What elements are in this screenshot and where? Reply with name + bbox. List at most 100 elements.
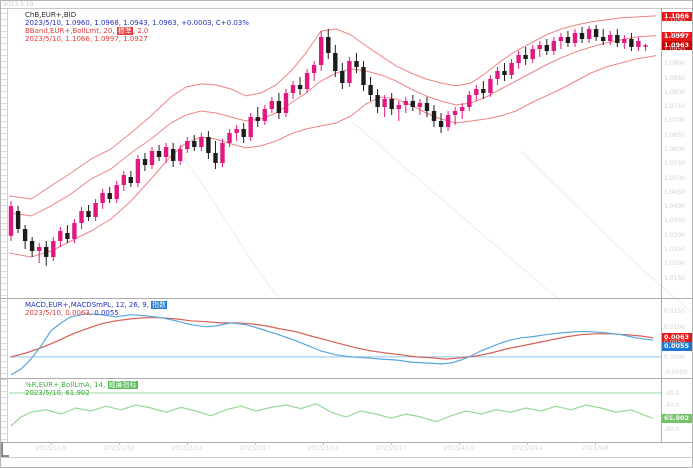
candle-body xyxy=(206,137,211,153)
candle-body xyxy=(326,37,331,53)
axis-label: -40.0 xyxy=(664,402,680,409)
candle-body xyxy=(22,229,28,241)
candle-body xyxy=(107,193,112,199)
time-axis-label: 2023/4/10 xyxy=(443,445,475,452)
time-axis-label: 2023/2/13 xyxy=(171,445,203,452)
faint-artifact-line xyxy=(350,120,562,302)
axis-label: 1.0900 xyxy=(664,60,685,67)
axis-label: 1.0700 xyxy=(664,117,685,124)
time-axis-label: 2023/5/8 xyxy=(581,445,609,452)
candle-body xyxy=(516,55,521,63)
axis-label: 1.0250 xyxy=(664,246,685,253)
top-border xyxy=(1,8,692,9)
candle-body xyxy=(15,211,21,229)
axis-label: 1.0650 xyxy=(664,132,685,139)
candle-body xyxy=(142,159,148,165)
candle-body xyxy=(114,185,119,199)
candle-body xyxy=(149,151,155,165)
wpr-line xyxy=(10,403,654,427)
time-axis-tick xyxy=(459,442,460,445)
candle-body xyxy=(121,175,126,185)
price-axis-separator[interactable] xyxy=(661,8,662,442)
candle-body xyxy=(156,151,162,157)
axis-label: 1.0750 xyxy=(664,103,685,110)
candle-body xyxy=(389,99,394,109)
candle-body xyxy=(396,105,401,109)
candle-body xyxy=(86,211,91,217)
axis-label: -20.0 xyxy=(664,390,680,397)
candle-body xyxy=(643,45,648,47)
time-axis-tick xyxy=(187,442,188,445)
axis-label: 1.0800 xyxy=(664,89,685,96)
axis-label: -60.0 xyxy=(664,414,680,421)
time-axis-tick xyxy=(323,442,324,445)
wpr-values: 2023/5/10, 61.902 xyxy=(25,389,90,397)
wpr-label: %R,EUR+,BollLmA, 14, 威廉指标 xyxy=(25,381,138,389)
bollinger-label: BBand,EUR+,BollLmt, 20, 標準, 2.0 xyxy=(25,27,148,35)
candle-body xyxy=(44,247,49,257)
candle-body xyxy=(51,241,56,257)
candle-body xyxy=(530,49,535,59)
axis-label: -80.0 xyxy=(664,426,680,433)
candle-body xyxy=(283,93,289,113)
macd-value-blue: 0.0055 xyxy=(92,309,119,317)
axis-label: -0.0050 xyxy=(664,369,688,376)
bollinger-param-highlight: 標準 xyxy=(116,27,133,35)
candle-body xyxy=(403,101,408,105)
axis-label: 1.0150 xyxy=(664,275,685,282)
candle-body xyxy=(410,101,415,107)
trading-app-window: 2023.5.10 ChB,EUR+,BID 2023/5/10, 1.0960… xyxy=(0,0,693,468)
candle-body xyxy=(572,33,578,43)
time-axis-label: 2023/3/13 xyxy=(307,445,339,452)
faint-artifact-line xyxy=(170,140,282,302)
axis-label: 1.0500 xyxy=(664,175,685,182)
candle-body xyxy=(8,206,14,236)
time-axis-label: 2023/4/24 xyxy=(511,445,543,452)
candle-body xyxy=(445,115,451,127)
bollinger-label-suffix: , 2.0 xyxy=(132,27,149,35)
axis-label: 1.0550 xyxy=(664,160,685,167)
axis-label: 0.0150 xyxy=(664,308,685,315)
candle-body xyxy=(185,141,190,149)
chart-canvas[interactable] xyxy=(1,1,693,468)
candle-body xyxy=(93,203,98,217)
axis-label: 1.1000 xyxy=(664,32,685,39)
time-axis-label: 2023/1/30 xyxy=(103,445,135,452)
candle-body xyxy=(199,137,204,147)
candle-body xyxy=(636,41,641,47)
axis-label: 1.0300 xyxy=(664,232,685,239)
time-axis-tick xyxy=(255,442,256,445)
candle-body xyxy=(347,61,352,83)
candle-body xyxy=(171,149,176,161)
candle-body xyxy=(163,147,169,157)
candle-body xyxy=(354,61,359,67)
candle-body xyxy=(558,37,564,41)
candle-body xyxy=(474,89,479,95)
wpr-label-text: %R,EUR+,BollLmA, 14, xyxy=(25,381,108,389)
candle-body xyxy=(241,129,246,137)
candle-body xyxy=(509,63,514,75)
axis-label: 1.1050 xyxy=(664,17,685,24)
candle-body xyxy=(495,71,500,79)
macd-wpr-separator[interactable] xyxy=(1,378,692,379)
candle-body xyxy=(248,117,253,137)
candle-body xyxy=(361,67,366,85)
bollinger-label-text: BBand,EUR+,BollLmt, 20, xyxy=(25,27,117,35)
main-macd-separator[interactable] xyxy=(1,298,692,299)
candle-body xyxy=(544,45,549,51)
candle-body xyxy=(29,241,35,251)
candle-body xyxy=(551,41,556,51)
macd-signal-line xyxy=(10,317,654,360)
axis-label: 1.0950 xyxy=(664,46,685,53)
candle-body xyxy=(438,121,444,127)
candle-body xyxy=(227,133,232,143)
candle-body xyxy=(579,33,585,39)
candle-body xyxy=(622,39,627,43)
bollinger-values: 2023/5/10, 1.1066, 1.0997, 1.0927 xyxy=(25,35,148,43)
candle-body xyxy=(417,103,423,107)
candle-body xyxy=(58,231,63,241)
candle-body xyxy=(255,117,260,121)
time-axis-label: 2023/3/27 xyxy=(375,445,407,452)
candle-body xyxy=(128,177,133,183)
candle-body xyxy=(368,85,373,95)
